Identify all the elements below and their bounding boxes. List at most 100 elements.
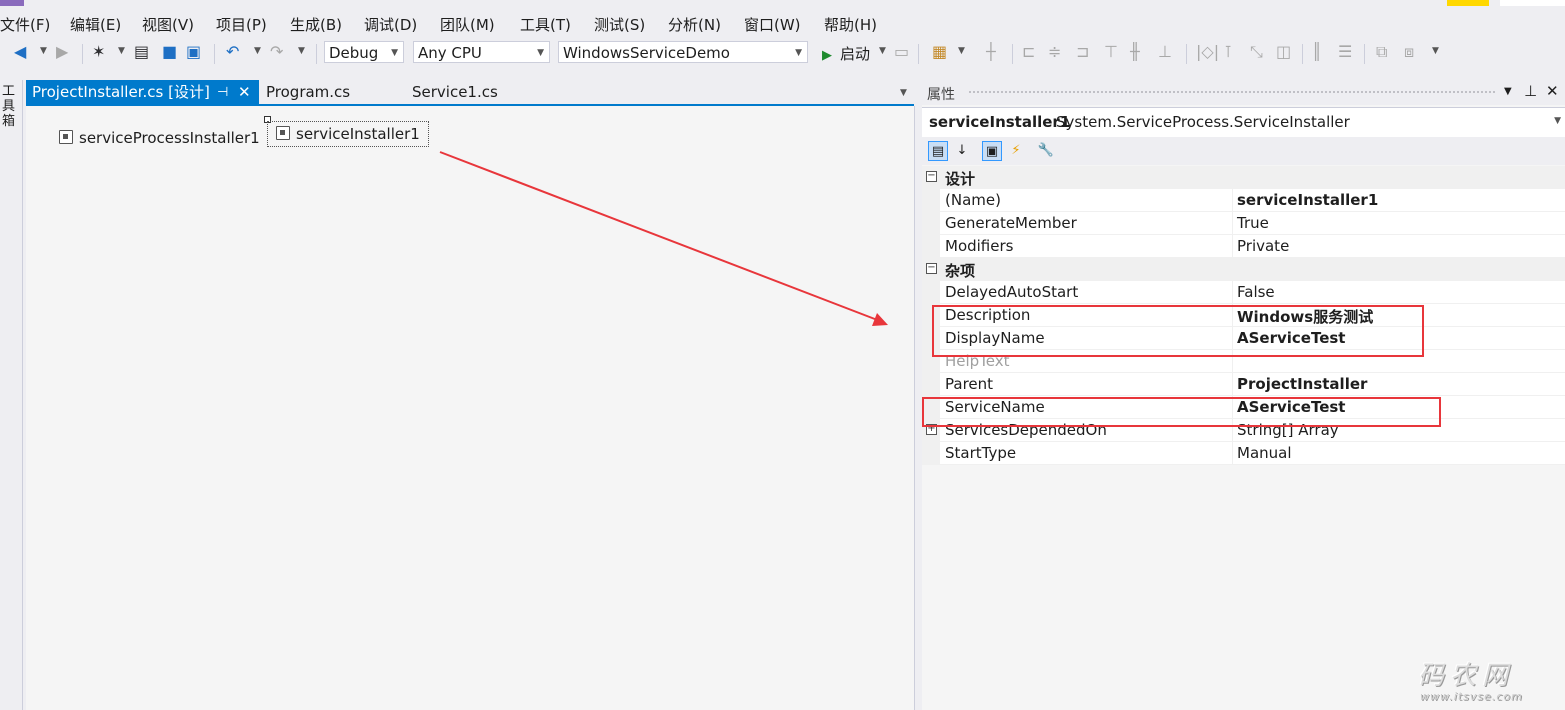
- column-divider[interactable]: [1232, 281, 1233, 303]
- redo-icon[interactable]: ↷: [270, 42, 283, 61]
- attach-icon[interactable]: ▭: [894, 42, 909, 61]
- layout-icon[interactable]: ▦: [932, 42, 947, 61]
- column-divider[interactable]: [1232, 373, 1233, 395]
- startup-project-select[interactable]: WindowsServiceDemo ▼: [558, 41, 808, 63]
- align-centers-icon[interactable]: ≑: [1048, 42, 1061, 61]
- column-divider[interactable]: [1232, 189, 1233, 211]
- align-tops-icon[interactable]: ⊤: [1104, 42, 1118, 61]
- notification-badge[interactable]: [1447, 0, 1489, 6]
- align-middles-icon[interactable]: ╫: [1130, 42, 1140, 61]
- make-same-height-icon[interactable]: ⊺: [1224, 42, 1232, 61]
- menu-view[interactable]: 视图(V): [142, 14, 194, 35]
- property-pages-icon[interactable]: 🔧: [1036, 141, 1056, 161]
- tab-service1-cs[interactable]: Service1.cs: [412, 80, 498, 105]
- align-rights-icon[interactable]: ⊐: [1076, 42, 1089, 61]
- document-tab-well: ProjectInstaller.cs [设计] ⊣ ✕ Program.cs …: [26, 80, 914, 105]
- menu-help[interactable]: 帮助(H): [824, 14, 877, 35]
- collapse-icon[interactable]: −: [926, 171, 937, 182]
- events-icon[interactable]: ⚡: [1006, 141, 1026, 161]
- property-value[interactable]: serviceInstaller1: [1237, 191, 1378, 209]
- property-row-starttype[interactable]: StartType Manual: [922, 442, 1565, 465]
- column-divider[interactable]: [1232, 235, 1233, 257]
- tab-list-dropdown-icon[interactable]: ▼: [900, 88, 907, 98]
- property-value[interactable]: Manual: [1237, 444, 1292, 462]
- menu-analyze[interactable]: 分析(N): [668, 14, 721, 35]
- new-project-icon[interactable]: ✶: [92, 42, 105, 61]
- menu-file[interactable]: 文件(F): [0, 14, 50, 35]
- undo-dropdown-icon[interactable]: ▼: [254, 46, 261, 56]
- tab-program-cs[interactable]: Program.cs: [266, 80, 350, 105]
- property-row-delayedautostart[interactable]: DelayedAutoStart False: [922, 281, 1565, 304]
- properties-title-bar[interactable]: 属性 ▼ ⊥ ✕: [922, 80, 1565, 105]
- make-same-width-icon[interactable]: |◇|: [1196, 42, 1219, 61]
- close-icon[interactable]: ✕: [238, 80, 251, 105]
- menu-tools[interactable]: 工具(T): [520, 14, 571, 35]
- navigate-forward-icon[interactable]: ▶: [56, 42, 68, 61]
- column-divider[interactable]: [1232, 442, 1233, 464]
- toolbar-separator: [1012, 44, 1013, 64]
- menu-team[interactable]: 团队(M): [440, 14, 495, 35]
- toolbar-overflow-icon[interactable]: ▼: [1432, 46, 1439, 56]
- property-value[interactable]: Private: [1237, 237, 1289, 255]
- component-serviceinstaller1[interactable]: serviceInstaller1: [267, 121, 429, 147]
- alphabetical-icon[interactable]: ↓: [952, 141, 972, 161]
- properties-icon[interactable]: ▣: [982, 141, 1002, 161]
- property-row-modifiers[interactable]: Modifiers Private: [922, 235, 1565, 258]
- menu-edit[interactable]: 编辑(E): [70, 14, 121, 35]
- category-design[interactable]: − 设计: [922, 166, 1565, 189]
- align-lefts-icon[interactable]: ⊏: [1022, 42, 1035, 61]
- category-misc[interactable]: − 杂项: [922, 258, 1565, 281]
- collapse-icon[interactable]: −: [926, 263, 937, 274]
- save-icon[interactable]: ■: [162, 42, 177, 61]
- align-bottoms-icon[interactable]: ⊥: [1158, 42, 1172, 61]
- toolbox-label[interactable]: 工具箱: [2, 84, 18, 129]
- configuration-select[interactable]: Debug ▼: [324, 41, 404, 63]
- property-value[interactable]: True: [1237, 214, 1269, 232]
- highlight-servicename: [922, 397, 1441, 427]
- object-selector[interactable]: serviceInstaller1 System.ServiceProcess.…: [922, 107, 1565, 138]
- size-to-grid-icon[interactable]: ◫: [1276, 42, 1291, 61]
- close-icon[interactable]: ✕: [1546, 82, 1559, 100]
- window-position-dropdown-icon[interactable]: ▼: [1504, 86, 1512, 97]
- send-to-back-icon[interactable]: ⧈: [1404, 42, 1414, 62]
- back-dropdown-icon[interactable]: ▼: [40, 46, 47, 56]
- new-dropdown-icon[interactable]: ▼: [118, 46, 125, 56]
- save-all-icon[interactable]: ▣: [186, 42, 201, 61]
- horizontal-spacing-icon[interactable]: ║: [1312, 42, 1322, 61]
- align-to-grid-icon[interactable]: ┼: [986, 42, 996, 61]
- property-value[interactable]: False: [1237, 283, 1275, 301]
- menu-window[interactable]: 窗口(W): [744, 14, 801, 35]
- menu-project[interactable]: 项目(P): [216, 14, 267, 35]
- property-row-generatemember[interactable]: GenerateMember True: [922, 212, 1565, 235]
- row-gutter: [922, 442, 940, 465]
- quick-launch-box[interactable]: [1500, 0, 1565, 6]
- redo-dropdown-icon[interactable]: ▼: [298, 46, 305, 56]
- layout-dropdown-icon[interactable]: ▼: [958, 46, 965, 56]
- row-gutter: [922, 281, 940, 304]
- start-dropdown-icon[interactable]: ▼: [879, 46, 886, 56]
- pin-icon[interactable]: ⊥: [1524, 82, 1537, 100]
- start-debugging-button[interactable]: ▶ 启动: [822, 43, 870, 64]
- drag-grip[interactable]: [968, 90, 1496, 95]
- menu-debug[interactable]: 调试(D): [364, 14, 417, 35]
- categorized-icon[interactable]: ▤: [928, 141, 948, 161]
- column-divider[interactable]: [1232, 212, 1233, 234]
- vertical-spacing-icon[interactable]: ☰: [1338, 42, 1352, 61]
- tab-projectinstaller-design[interactable]: ProjectInstaller.cs [设计] ⊣ ✕: [26, 80, 259, 105]
- component-serviceprocessinstaller1[interactable]: serviceProcessInstaller1: [59, 129, 260, 147]
- menu-test[interactable]: 测试(S): [594, 14, 645, 35]
- property-row-name[interactable]: (Name) serviceInstaller1: [922, 189, 1565, 212]
- menu-build[interactable]: 生成(B): [290, 14, 342, 35]
- bring-to-front-icon[interactable]: ⧉: [1376, 42, 1387, 62]
- pin-icon[interactable]: ⊣: [217, 80, 228, 105]
- component-designer-surface[interactable]: serviceProcessInstaller1 serviceInstalle…: [26, 106, 915, 710]
- undo-icon[interactable]: ↶: [226, 42, 239, 61]
- chevron-down-icon: ▼: [391, 48, 398, 58]
- make-same-size-icon[interactable]: ⤡: [1250, 42, 1263, 62]
- open-file-icon[interactable]: ▤: [134, 42, 149, 61]
- property-value[interactable]: ProjectInstaller: [1237, 375, 1367, 393]
- platform-select[interactable]: Any CPU ▼: [413, 41, 550, 63]
- navigate-back-icon[interactable]: ◀: [14, 42, 26, 61]
- toolbox-sidebar[interactable]: [0, 80, 23, 710]
- property-row-parent[interactable]: Parent ProjectInstaller: [922, 373, 1565, 396]
